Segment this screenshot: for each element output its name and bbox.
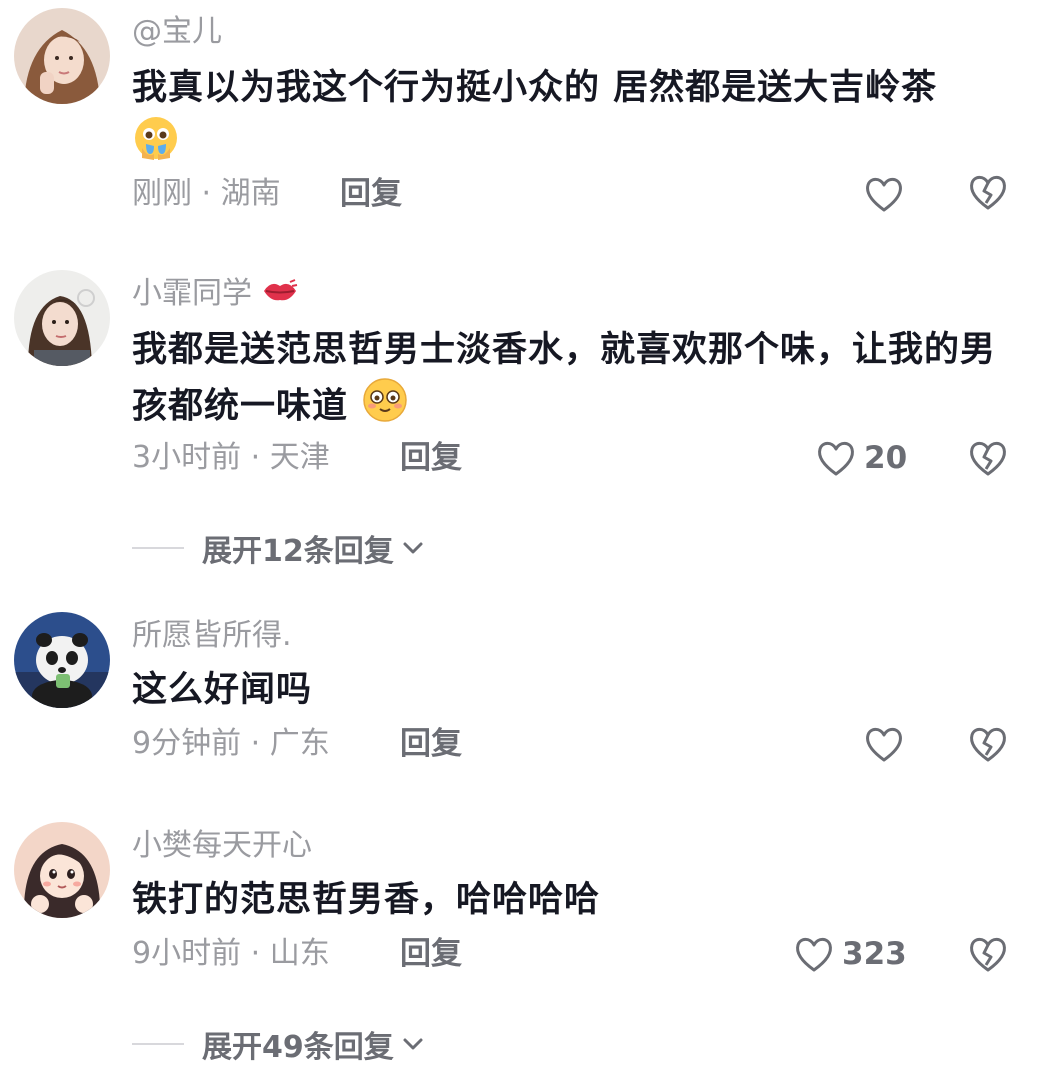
dislike-button[interactable] <box>966 722 1010 766</box>
dislike-button[interactable] <box>966 436 1010 480</box>
divider <box>132 547 184 549</box>
comment-meta: 刚刚 · 湖南 <box>132 176 281 211</box>
broken-heart-icon <box>970 441 1006 476</box>
comment-text: 我真以为我这个行为挺小众的 居然都是送大吉岭茶 <box>132 62 1012 177</box>
divider <box>132 1043 184 1045</box>
crying-face-emoji-icon <box>132 114 180 177</box>
reply-button[interactable]: 回复 <box>400 934 462 974</box>
like-button[interactable]: 20 <box>814 434 907 482</box>
avatar[interactable] <box>14 612 110 708</box>
smiling-face-emoji-icon <box>361 376 409 439</box>
reply-button[interactable]: 回复 <box>400 438 462 478</box>
heart-icon <box>818 441 854 476</box>
comment-text: 我都是送范思哲男士淡香水，就喜欢那个味，让我的男孩都统一味道 <box>132 324 1012 439</box>
avatar[interactable] <box>14 270 110 366</box>
avatar[interactable] <box>14 8 110 104</box>
like-button[interactable]: 323 <box>792 930 907 978</box>
comment-text-content: 我都是送范思哲男士淡香水，就喜欢那个味，让我的男孩都统一味道 <box>132 330 997 427</box>
comment-text: 铁打的范思哲男香，哈哈哈哈 <box>132 880 601 920</box>
broken-heart-icon <box>970 175 1006 210</box>
comment-meta: 3小时前 · 天津 <box>132 440 330 475</box>
lips-kiss-icon <box>262 277 298 313</box>
like-count: 20 <box>864 440 908 476</box>
reply-button[interactable]: 回复 <box>400 724 462 764</box>
username[interactable]: @宝儿 <box>132 14 222 50</box>
chevron-down-icon <box>403 1038 423 1050</box>
expand-replies-label: 展开12条回复 <box>202 534 394 569</box>
username[interactable]: 小樊每天开心 <box>132 828 312 864</box>
username[interactable]: 所愿皆所得. <box>132 618 292 654</box>
like-count: 323 <box>842 936 907 972</box>
like-button[interactable] <box>862 720 912 768</box>
comment-text-content: 我真以为我这个行为挺小众的 居然都是送大吉岭茶 <box>132 68 938 108</box>
comment-meta: 9分钟前 · 广东 <box>132 726 330 761</box>
expand-replies-button[interactable]: 展开12条回复 <box>132 526 428 570</box>
username-text: 小霏同学 <box>132 276 252 311</box>
like-button[interactable] <box>862 170 912 218</box>
dislike-button[interactable] <box>966 170 1010 214</box>
reply-button[interactable]: 回复 <box>340 174 402 214</box>
comment-meta: 9小时前 · 山东 <box>132 936 330 971</box>
username[interactable]: 小霏同学 <box>132 276 298 313</box>
heart-icon <box>866 727 902 762</box>
broken-heart-icon <box>970 937 1006 972</box>
heart-icon <box>866 177 902 212</box>
expand-replies-button[interactable]: 展开49条回复 <box>132 1022 428 1066</box>
comment-text: 这么好闻吗 <box>132 670 313 710</box>
expand-replies-label: 展开49条回复 <box>202 1030 394 1065</box>
chevron-down-icon <box>403 542 423 554</box>
dislike-button[interactable] <box>966 932 1010 976</box>
broken-heart-icon <box>970 727 1006 762</box>
avatar[interactable] <box>14 822 110 918</box>
heart-icon <box>796 937 832 972</box>
